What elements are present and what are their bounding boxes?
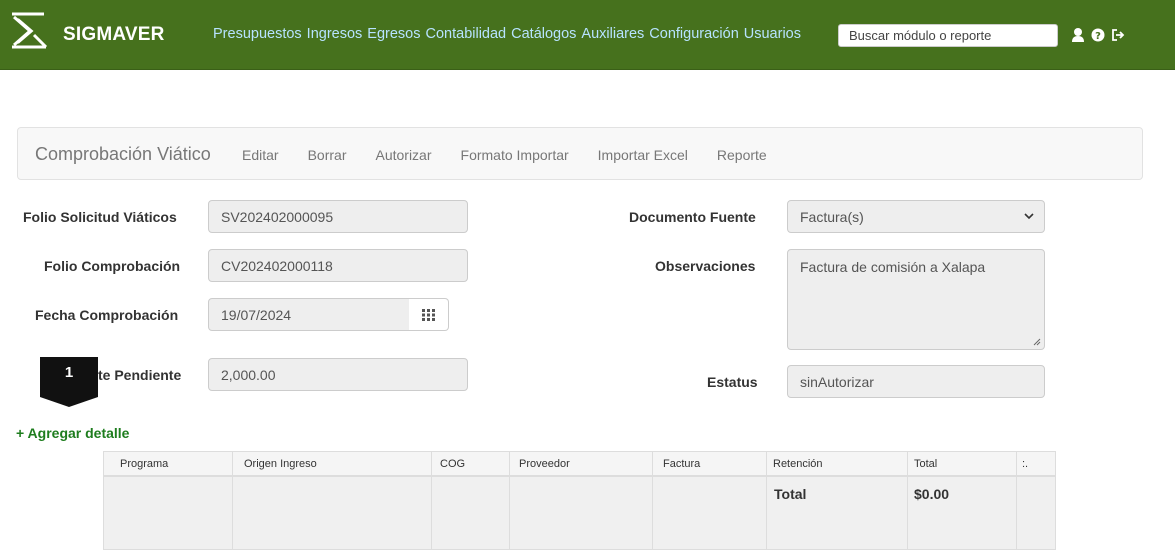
fecha-comprobacion-label: Fecha Comprobación	[35, 307, 179, 323]
user-icon[interactable]	[1071, 27, 1085, 43]
observaciones-value: Factura de comisión a Xalapa	[800, 259, 986, 275]
th-retencion[interactable]: Retención	[773, 458, 823, 470]
menu-contabilidad[interactable]: Contabilidad	[426, 26, 507, 42]
edit-button[interactable]: Editar	[242, 147, 279, 163]
detail-table: Programa Origen Ingreso COG Proveedor Fa…	[103, 451, 1056, 550]
authorize-button[interactable]: Autorizar	[375, 147, 431, 163]
main-menu: Presupuestos Ingresos Egresos Contabilid…	[213, 26, 801, 42]
table-total-value: $0.00	[914, 486, 950, 502]
th-programa[interactable]: Programa	[120, 458, 168, 470]
toolbar-actions: Editar Borrar Autorizar Formato Importar…	[242, 147, 796, 163]
calendar-grid-icon	[422, 309, 435, 321]
documento-fuente-value: Factura(s)	[800, 209, 864, 225]
delete-button[interactable]: Borrar	[308, 147, 347, 163]
column-divider	[652, 452, 653, 549]
page-toolbar: Comprobación Viático Editar Borrar Autor…	[17, 127, 1143, 180]
column-divider	[907, 452, 908, 549]
column-divider	[509, 452, 510, 549]
page-title[interactable]: Comprobación Viático	[35, 144, 211, 165]
column-divider	[766, 452, 767, 549]
estatus-field[interactable]: sinAutorizar	[787, 365, 1045, 398]
resize-handle-icon[interactable]	[1033, 338, 1041, 346]
th-origen-ingreso[interactable]: Origen Ingreso	[244, 458, 317, 470]
importe-pendiente-label: te Pendiente	[98, 367, 182, 383]
table-header: Programa Origen Ingreso COG Proveedor Fa…	[104, 452, 1055, 477]
folio-comprobacion-field[interactable]: CV202402000118	[208, 249, 468, 282]
th-options[interactable]: :.	[1022, 458, 1028, 470]
report-button[interactable]: Reporte	[717, 147, 767, 163]
step-marker-number: 1	[64, 364, 74, 381]
menu-catalogos[interactable]: Catálogos	[511, 26, 576, 42]
import-format-button[interactable]: Formato Importar	[461, 147, 569, 163]
add-detail-link[interactable]: + Agregar detalle	[16, 425, 129, 441]
menu-usuarios[interactable]: Usuarios	[744, 26, 801, 42]
column-divider	[232, 452, 233, 549]
folio-solicitud-label: Folio Solicitud Viáticos	[23, 209, 177, 225]
brand-name[interactable]: SIGMAVER	[63, 24, 165, 46]
svg-text:?: ?	[1095, 31, 1101, 42]
th-cog[interactable]: COG	[440, 458, 465, 470]
th-factura[interactable]: Factura	[663, 458, 700, 470]
th-proveedor[interactable]: Proveedor	[519, 458, 570, 470]
estatus-label: Estatus	[707, 374, 758, 390]
th-total[interactable]: Total	[914, 458, 937, 470]
column-divider	[1016, 452, 1017, 549]
column-divider	[431, 452, 432, 549]
navbar-icons: ?	[1071, 27, 1125, 43]
folio-comprobacion-label: Folio Comprobación	[44, 258, 181, 274]
folio-solicitud-field[interactable]: SV202402000095	[208, 200, 468, 233]
module-search-input[interactable]	[838, 24, 1058, 47]
importe-pendiente-field[interactable]: 2,000.00	[208, 358, 468, 391]
help-icon[interactable]: ?	[1091, 27, 1105, 43]
menu-egresos[interactable]: Egresos	[367, 26, 420, 42]
menu-presupuestos[interactable]: Presupuestos	[213, 26, 302, 42]
observaciones-textarea[interactable]: Factura de comisión a Xalapa	[787, 249, 1045, 350]
import-excel-button[interactable]: Importar Excel	[598, 147, 688, 163]
top-navbar: SIGMAVER Presupuestos Ingresos Egresos C…	[0, 0, 1175, 70]
documento-fuente-label: Documento Fuente	[629, 209, 756, 225]
calendar-button[interactable]	[409, 298, 449, 331]
chevron-down-icon	[1024, 213, 1034, 220]
menu-ingresos[interactable]: Ingresos	[307, 26, 363, 42]
menu-auxiliares[interactable]: Auxiliares	[581, 26, 644, 42]
logout-icon[interactable]	[1111, 27, 1125, 43]
documento-fuente-select[interactable]: Factura(s)	[787, 200, 1045, 233]
table-total-label: Total	[774, 486, 807, 502]
sigmaver-logo-icon[interactable]	[10, 11, 48, 49]
menu-configuracion[interactable]: Configuración	[649, 26, 738, 42]
fecha-comprobacion-field[interactable]: 19/07/2024	[208, 298, 410, 331]
observaciones-label: Observaciones	[655, 258, 756, 274]
